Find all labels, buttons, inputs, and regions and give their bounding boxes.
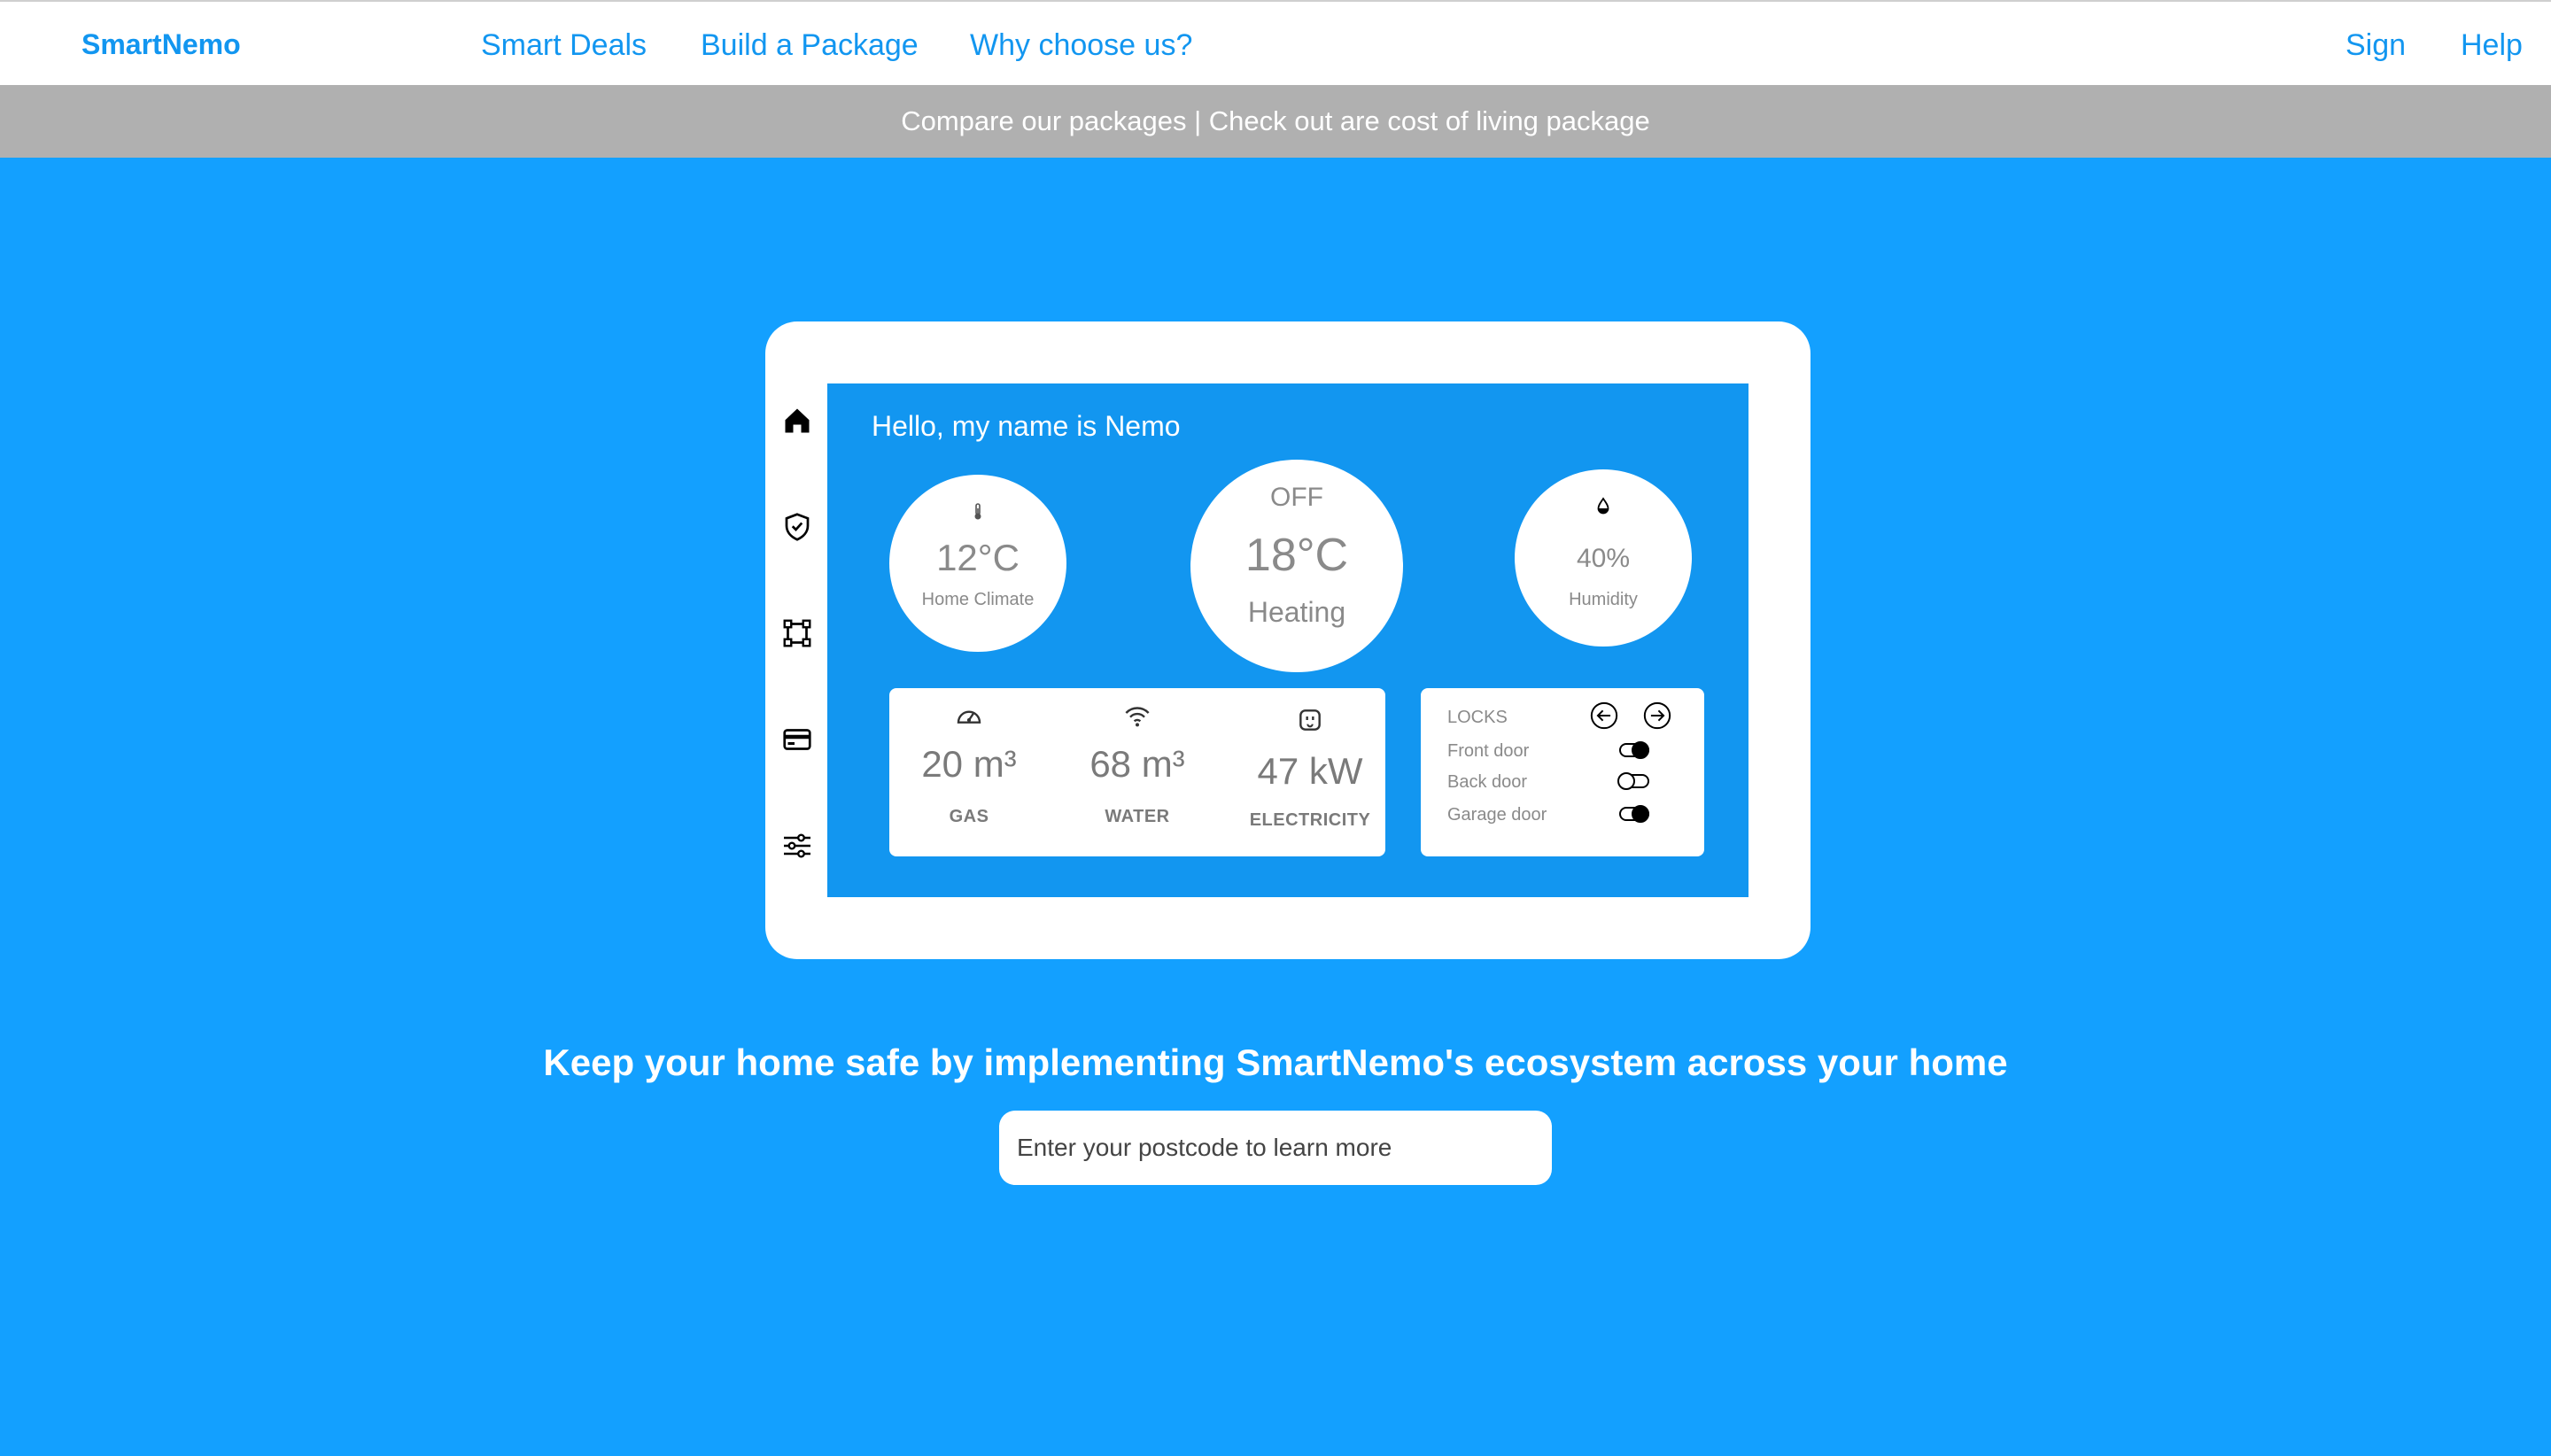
frame-icon[interactable] xyxy=(781,617,813,649)
electricity-label: ELECTRICITY xyxy=(1249,810,1371,830)
water-label: WATER xyxy=(1105,807,1170,826)
arrow-left-icon[interactable] xyxy=(1589,701,1619,731)
top-navigation: SmartNemo Smart Deals Build a Package Wh… xyxy=(0,0,2551,85)
lock-label-garage-door: Garage door xyxy=(1447,805,1547,825)
electricity-meter[interactable]: 47 kW ELECTRICITY xyxy=(1226,688,1394,856)
back-door-toggle[interactable] xyxy=(1617,772,1649,790)
promo-banner[interactable]: Compare our packages | Check out are cos… xyxy=(0,85,2551,158)
water-meter[interactable]: 68 m³ WATER xyxy=(1058,688,1217,856)
arrow-right-icon[interactable] xyxy=(1642,701,1672,731)
gas-value: 20 m³ xyxy=(921,743,1017,785)
nav-link-build-package[interactable]: Build a Package xyxy=(701,28,919,63)
home-climate-label: Home Climate xyxy=(921,590,1035,609)
droplet-icon xyxy=(1597,497,1609,515)
brand-logo[interactable]: SmartNemo xyxy=(81,28,241,61)
locks-title: LOCKS xyxy=(1447,708,1508,727)
postcode-input[interactable] xyxy=(999,1111,1552,1185)
shield-check-icon[interactable] xyxy=(781,511,813,543)
electricity-value: 47 kW xyxy=(1257,750,1363,792)
heating-status: OFF xyxy=(1270,483,1323,512)
hero-headline: Keep your home safe by implementing Smar… xyxy=(543,1042,2008,1083)
humidity-label: Humidity xyxy=(1569,590,1638,609)
home-climate-value: 12°C xyxy=(936,537,1020,578)
device-screen: Hello, my name is Nemo 12°C Home Climate… xyxy=(827,383,1748,897)
nav-link-why-choose-us[interactable]: Why choose us? xyxy=(970,28,1192,63)
front-door-toggle[interactable] xyxy=(1619,741,1649,759)
nav-link-help[interactable]: Help xyxy=(2461,28,2523,63)
sliders-icon[interactable] xyxy=(781,830,813,862)
greeting-text: Hello, my name is Nemo xyxy=(872,410,1181,442)
heating-value: 18°C xyxy=(1244,530,1349,581)
gas-meter[interactable]: 20 m³ GAS xyxy=(889,688,1049,856)
humidity-value: 40% xyxy=(1576,544,1631,573)
nav-link-smart-deals[interactable]: Smart Deals xyxy=(481,28,647,63)
lock-label-front-door: Front door xyxy=(1447,741,1530,761)
nav-link-sign[interactable]: Sign xyxy=(2346,28,2406,63)
wifi-icon xyxy=(1125,707,1150,727)
heating-dial[interactable]: OFF 18°C Heating xyxy=(1190,460,1403,672)
garage-door-toggle[interactable] xyxy=(1619,805,1649,823)
home-icon[interactable] xyxy=(781,405,813,437)
thermometer-icon xyxy=(974,503,981,520)
gauge-icon xyxy=(957,710,981,724)
card-icon[interactable] xyxy=(781,724,813,755)
lock-label-back-door: Back door xyxy=(1447,772,1528,792)
utility-meters-panel: 20 m³ GAS 68 m³ WATER 47 kW ELECTRICITY xyxy=(889,688,1385,856)
plug-icon xyxy=(1299,709,1321,731)
home-climate-dial[interactable]: 12°C Home Climate xyxy=(889,475,1066,652)
humidity-dial[interactable]: 40% Humidity xyxy=(1515,469,1692,647)
gas-label: GAS xyxy=(949,807,989,826)
device-mockup: Hello, my name is Nemo 12°C Home Climate… xyxy=(765,321,1811,959)
heating-label: Heating xyxy=(1247,596,1346,628)
water-value: 68 m³ xyxy=(1089,743,1185,785)
locks-panel: LOCKS Front door Back door Garage door xyxy=(1421,688,1704,856)
